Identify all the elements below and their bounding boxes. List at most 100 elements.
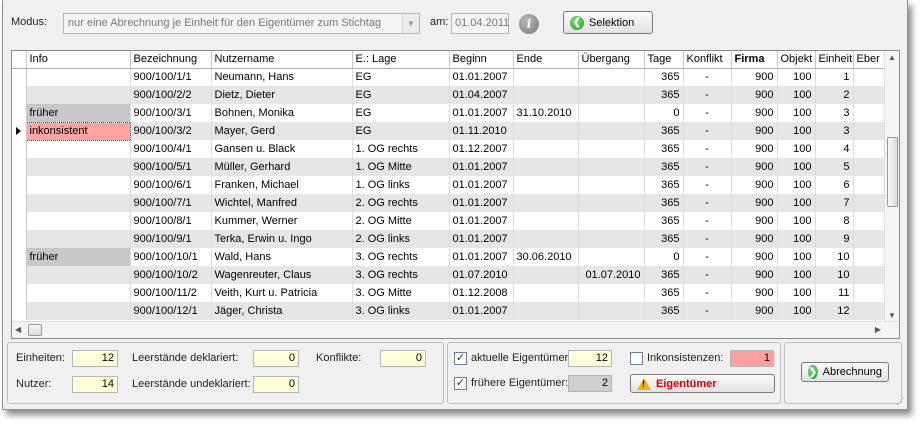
cell-name[interactable]: Wichtel, Manfred <box>211 194 353 212</box>
table-row[interactable]: 900/100/2/2 Dietz, Dieter EG 01.04.2007 365-… <box>12 86 886 104</box>
cell-info[interactable] <box>26 176 131 194</box>
cell-info[interactable]: früher <box>26 104 131 122</box>
cell-objekt[interactable]: 100 <box>777 122 816 140</box>
cell-beginn[interactable]: 01.01.2007 <box>449 230 514 248</box>
cell-firma[interactable]: 900 <box>731 248 778 266</box>
cell-beginn[interactable]: 01.11.2010 <box>449 122 514 140</box>
cell-konflikt[interactable]: - <box>683 176 732 194</box>
row-selector[interactable] <box>12 86 27 104</box>
cell-info[interactable] <box>26 212 131 230</box>
cell-objekt[interactable]: 100 <box>777 176 816 194</box>
cell-tage[interactable]: 0 <box>644 248 684 266</box>
column-header[interactable]: Übergang <box>578 51 645 69</box>
cell-ende[interactable] <box>513 158 579 176</box>
cell-firma[interactable]: 900 <box>731 230 778 248</box>
abrechnung-button[interactable]: ❯ Abrechnung <box>801 362 889 382</box>
cell-lage[interactable]: 3. OG Mitte <box>352 284 450 302</box>
cell-ende[interactable]: 30.06.2010 <box>513 248 579 266</box>
cell-info[interactable]: inkonsistent <box>25 121 131 141</box>
column-header[interactable]: Eber <box>853 51 886 69</box>
cell-info[interactable] <box>26 230 131 248</box>
cell-einheit[interactable]: 9 <box>815 230 854 248</box>
cell-beginn[interactable]: 01.01.2007 <box>449 302 514 320</box>
cell-einheit[interactable]: 7 <box>815 194 854 212</box>
aktuelle-checkbox[interactable]: ✓ <box>454 352 467 365</box>
cell-einheit[interactable]: 5 <box>815 158 854 176</box>
cell-name[interactable]: Wagenreuter, Claus <box>211 266 353 284</box>
row-selector[interactable] <box>12 68 27 86</box>
cell-info[interactable] <box>26 266 131 284</box>
scroll-thumb[interactable] <box>28 324 42 336</box>
inkon-checkbox[interactable] <box>630 352 643 365</box>
column-header[interactable]: Info <box>26 51 131 69</box>
cell-bez[interactable]: 900/100/12/1 <box>130 302 212 320</box>
cell-name[interactable]: Neumann, Hans <box>211 68 353 86</box>
cell-firma[interactable]: 900 <box>731 266 778 284</box>
cell-ende[interactable] <box>513 86 579 104</box>
cell-einheit[interactable]: 3 <box>815 122 854 140</box>
cell-lage[interactable]: EG <box>352 86 450 104</box>
cell-ende[interactable] <box>513 176 579 194</box>
cell-name[interactable]: Wald, Hans <box>211 248 353 266</box>
cell-lage[interactable]: 2. OG Mitte <box>352 212 450 230</box>
table-row[interactable]: früher 900/100/10/1 Wald, Hans 3. OG rechts… <box>12 248 886 266</box>
cell-lage[interactable]: EG <box>352 122 450 140</box>
cell-uebergang[interactable] <box>578 86 645 104</box>
cell-objekt[interactable]: 100 <box>777 86 816 104</box>
cell-konflikt[interactable]: - <box>683 68 732 86</box>
cell-beginn[interactable]: 01.12.2007 <box>449 140 514 158</box>
row-selector[interactable] <box>12 230 27 248</box>
cell-uebergang[interactable] <box>578 248 645 266</box>
chevron-down-icon[interactable]: ▼ <box>402 14 419 33</box>
cell-einheit[interactable]: 3 <box>815 104 854 122</box>
cell-tage[interactable]: 365 <box>644 266 684 284</box>
cell-objekt[interactable]: 100 <box>777 266 816 284</box>
cell-einheit[interactable]: 1 <box>815 68 854 86</box>
row-selector[interactable] <box>12 104 27 122</box>
cell-beginn[interactable]: 01.01.2007 <box>449 104 514 122</box>
row-selector[interactable] <box>12 284 27 302</box>
cell-tage[interactable]: 365 <box>644 284 684 302</box>
eigentuemer-button[interactable]: ! Eigentümer <box>630 374 775 393</box>
cell-tage[interactable]: 365 <box>644 230 684 248</box>
scroll-down-icon[interactable]: ▼ <box>888 311 896 320</box>
cell-konflikt[interactable]: - <box>683 104 732 122</box>
column-header-sorted[interactable]: Firma <box>731 51 778 69</box>
fruehere-checkbox[interactable]: ✓ <box>454 377 467 390</box>
cell-bez[interactable]: 900/100/3/1 <box>130 104 212 122</box>
cell-name[interactable]: Franken, Michael <box>211 176 353 194</box>
row-selector[interactable] <box>12 158 27 176</box>
cell-uebergang[interactable] <box>578 230 645 248</box>
cell-info[interactable] <box>26 302 131 320</box>
scroll-up-icon[interactable]: ▲ <box>888 53 896 62</box>
cell-ende[interactable] <box>513 212 579 230</box>
cell-firma[interactable]: 900 <box>731 176 778 194</box>
cell-konflikt[interactable]: - <box>683 230 732 248</box>
cell-beginn[interactable]: 01.07.2010 <box>449 266 514 284</box>
cell-einheit[interactable]: 10 <box>815 266 854 284</box>
cell-konflikt[interactable]: - <box>683 248 732 266</box>
table-row[interactable]: 900/100/11/2 Veith, Kurt u. Patricia 3. OG… <box>12 284 886 302</box>
cell-firma[interactable]: 900 <box>731 86 778 104</box>
cell-uebergang[interactable] <box>578 104 645 122</box>
cell-firma[interactable]: 900 <box>731 140 778 158</box>
cell-lage[interactable]: 3. OG links <box>352 302 450 320</box>
cell-konflikt[interactable]: - <box>683 140 732 158</box>
cell-bez[interactable]: 900/100/5/1 <box>130 158 212 176</box>
cell-tage[interactable]: 0 <box>644 104 684 122</box>
cell-info[interactable] <box>26 86 131 104</box>
column-header[interactable]: Bezeichnung <box>130 51 212 69</box>
row-selector[interactable] <box>12 176 27 194</box>
column-header[interactable]: E.: Lage <box>352 51 450 69</box>
cell-tage[interactable]: 365 <box>644 122 684 140</box>
cell-info[interactable]: früher <box>26 248 131 266</box>
cell-konflikt[interactable]: - <box>683 122 732 140</box>
cell-ende[interactable] <box>513 140 579 158</box>
cell-uebergang[interactable]: 01.07.2010 <box>578 266 645 284</box>
cell-bez[interactable]: 900/100/3/2 <box>130 122 212 140</box>
scroll-right-icon[interactable]: ▶ <box>875 325 881 334</box>
cell-name[interactable]: Dietz, Dieter <box>211 86 353 104</box>
cell-bez[interactable]: 900/100/7/1 <box>130 194 212 212</box>
cell-lage[interactable]: EG <box>352 104 450 122</box>
cell-bez[interactable]: 900/100/10/1 <box>130 248 212 266</box>
